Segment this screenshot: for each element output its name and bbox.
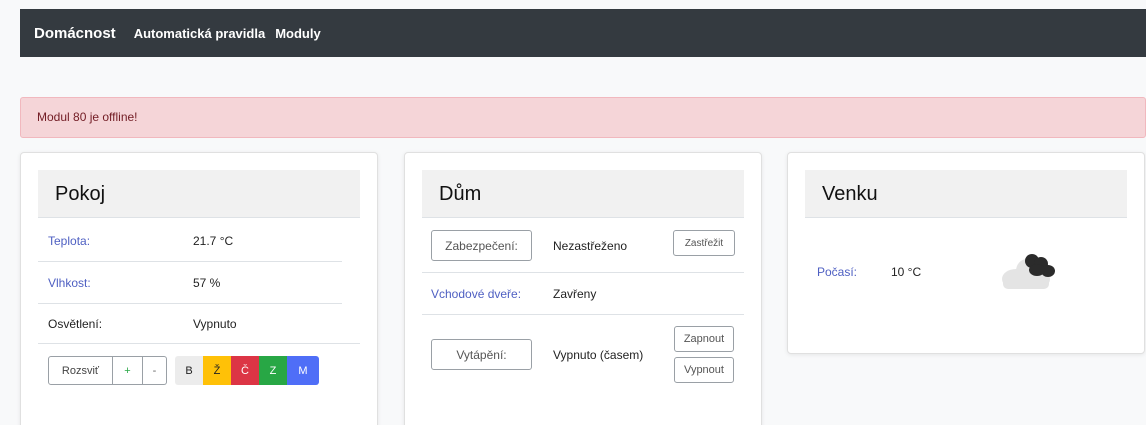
light-button-group: Rozsviť + - B Ž Č Z M bbox=[48, 356, 319, 385]
color-green-button[interactable]: Z bbox=[259, 356, 287, 385]
row-vlhkost: Vlhkost: 57 % bbox=[38, 262, 342, 304]
pocasi-value: 10 °C bbox=[891, 265, 922, 279]
row-vchodove-dvere: Vchodové dveře: Zavřeny bbox=[422, 273, 744, 315]
card-pokoj: Pokoj Teplota: 21.7 °C Vlhkost: 57 % Osv… bbox=[20, 152, 378, 425]
zapnout-button[interactable]: Zapnout bbox=[674, 326, 734, 352]
row-vytapeni: Vytápění: Vypnuto (časem) Zapnout Vypnou… bbox=[422, 315, 744, 395]
navbar: Domácnost Automatická pravidla Moduly bbox=[20, 9, 1146, 57]
vytapeni-value: Vypnuto (časem) bbox=[553, 348, 644, 362]
vlhkost-value: 57 % bbox=[193, 275, 221, 290]
color-yellow-button[interactable]: Ž bbox=[203, 356, 231, 385]
vlhkost-label[interactable]: Vlhkost: bbox=[48, 276, 91, 290]
nav-link-automaticka-pravidla[interactable]: Automatická pravidla bbox=[134, 26, 266, 41]
row-zabezpeceni: Zabezpečení: Nezastřeženo Zastřežit bbox=[422, 220, 744, 273]
zastrezit-button[interactable]: Zastřežit bbox=[673, 230, 735, 256]
osvetleni-value: Vypnuto bbox=[193, 316, 237, 331]
pocasi-label[interactable]: Počasí: bbox=[817, 265, 857, 279]
teplota-value: 21.7 °C bbox=[193, 233, 234, 248]
nav-link-moduly[interactable]: Moduly bbox=[275, 26, 321, 41]
card-title-venku: Venku bbox=[805, 170, 1127, 218]
vypnout-button[interactable]: Vypnout bbox=[674, 357, 734, 383]
brightness-minus-button[interactable]: - bbox=[143, 356, 167, 385]
vchodove-dvere-label[interactable]: Vchodové dveře: bbox=[431, 287, 521, 301]
card-title-dum: Dům bbox=[422, 170, 744, 218]
vytapeni-button[interactable]: Vytápění: bbox=[431, 339, 532, 370]
osvetleni-label: Osvětlení: bbox=[48, 316, 103, 331]
brightness-plus-button[interactable]: + bbox=[113, 356, 143, 385]
zabezpeceni-button[interactable]: Zabezpečení: bbox=[431, 230, 532, 261]
card-dum: Dům Zabezpečení: Nezastřeženo Zastřežit … bbox=[404, 152, 762, 425]
teplota-label[interactable]: Teplota: bbox=[48, 234, 90, 248]
offline-alert: Modul 80 je offline! bbox=[20, 97, 1146, 138]
card-venku: Venku Počasí: 10 °C bbox=[787, 152, 1145, 354]
vchodove-dvere-value: Zavřeny bbox=[553, 286, 597, 301]
row-osvetleni: Osvětlení: Vypnuto bbox=[38, 304, 360, 344]
color-white-button[interactable]: B bbox=[175, 356, 203, 385]
alert-text: Modul 80 je offline! bbox=[37, 110, 138, 124]
navbar-brand[interactable]: Domácnost bbox=[34, 25, 116, 42]
rozsvit-button[interactable]: Rozsviť bbox=[48, 356, 113, 385]
color-red-button[interactable]: Č bbox=[231, 356, 259, 385]
color-blue-button[interactable]: M bbox=[287, 356, 319, 385]
cloudy-icon bbox=[1002, 254, 1055, 289]
row-teplota: Teplota: 21.7 °C bbox=[38, 220, 342, 262]
card-title-pokoj: Pokoj bbox=[38, 170, 360, 218]
zabezpeceni-value: Nezastřeženo bbox=[553, 239, 628, 253]
